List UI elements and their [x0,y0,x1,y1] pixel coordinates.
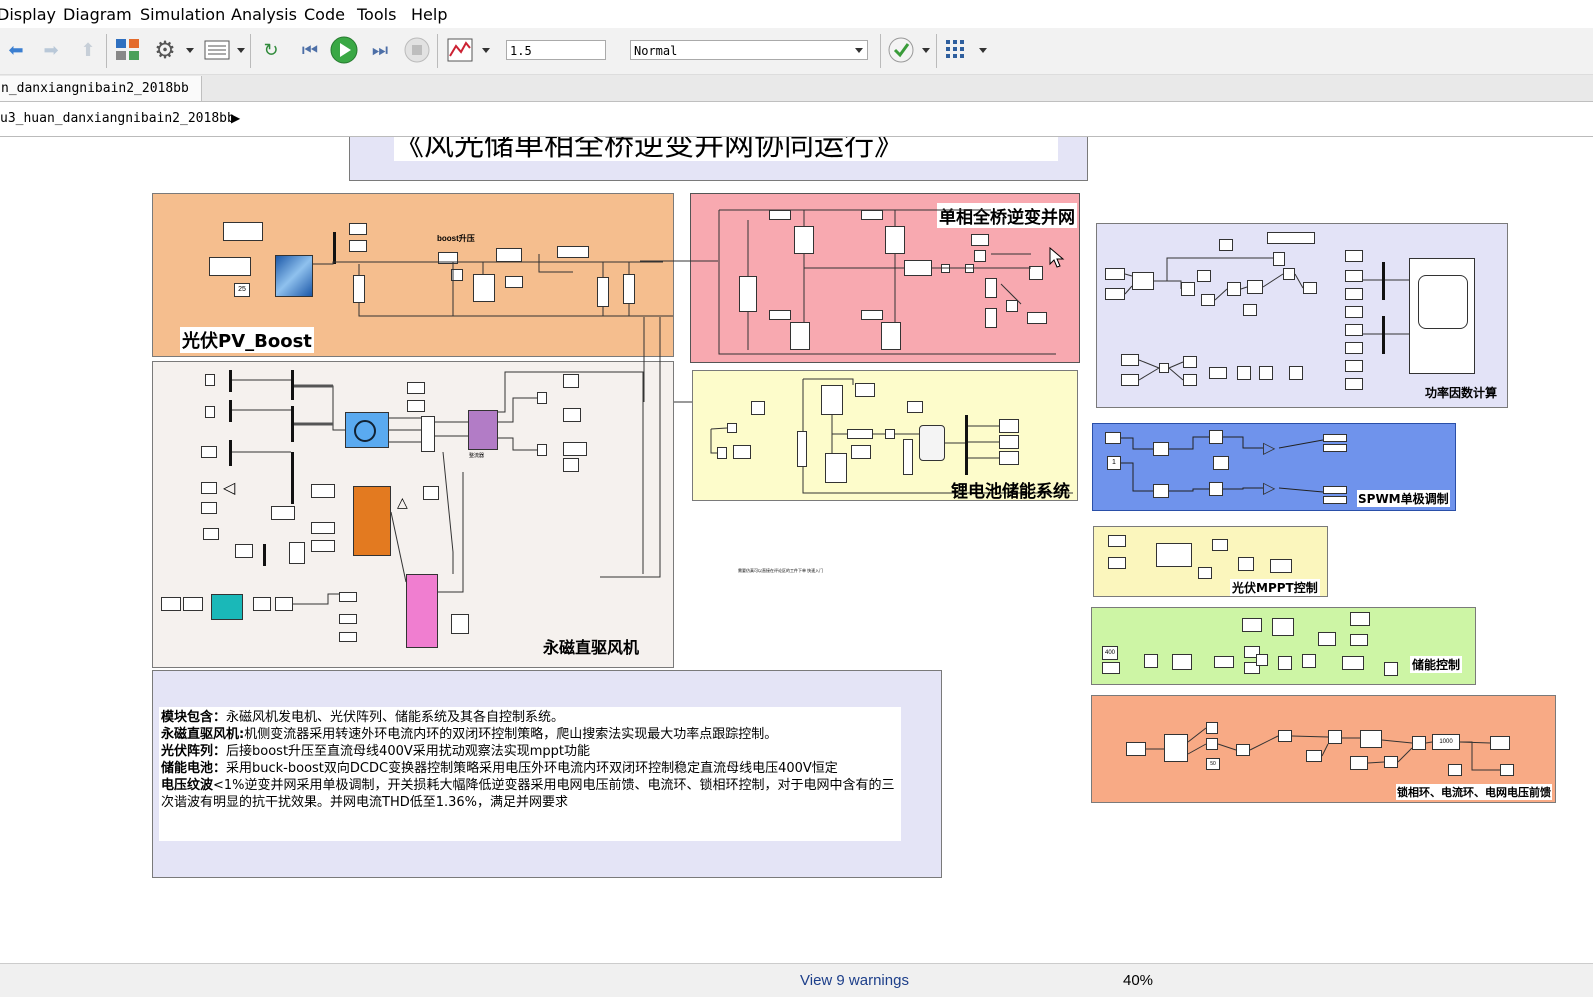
from-tag[interactable] [1242,618,1262,632]
pmsg-wiring [232,371,644,605]
chevron-down-icon[interactable] [186,48,194,53]
area-title-mppt: 光伏MPPT控制 [1230,579,1320,596]
model-explorer-icon[interactable] [203,36,231,64]
grid-dots-icon[interactable] [943,36,971,64]
area-title-pll: 锁相环、电流环、电网电压前馈 [1396,784,1552,800]
settings-gear-icon[interactable]: ⚙ [151,36,179,64]
breadcrumb-arrow-icon[interactable]: ▶ [231,111,240,125]
description-line: 储能电池：采用buck-boost双向DCDC变换器控制策略采用电压外环电流内环… [161,761,838,776]
mouse-cursor-icon [1049,247,1065,268]
pi-controller-block[interactable] [1272,618,1294,636]
area-power-factor[interactable]: 功率因数计算 [1096,223,1508,408]
breadcrumb[interactable]: u3_huan_danxiangnibain2_2018bb [0,111,235,126]
area-pv-boost[interactable]: 25 boost升压 光伏PV_Boost [152,193,674,357]
model-tab-bar: n_danxiangnibain2_2018bb [0,75,1593,102]
menu-display[interactable]: Display [0,5,56,24]
tiny-note: 需要仿真可以直接在评论区的工件下单 快速入门 [738,568,824,573]
math-block[interactable] [1256,654,1268,666]
area-title-pv-boost: 光伏PV_Boost [180,327,314,353]
area-title-power-factor: 功率因数计算 [1425,386,1498,400]
scope-icon[interactable] [446,36,474,64]
toolbar: ⬅ ➡ ⬆ ⚙ ↻ ⏮ ⏭ 1.5 Normal [0,28,1593,75]
zoom-level: 40% [1123,972,1154,989]
description-line: 电压纹波<1%逆变并网采用单极调制，开关损耗大幅降低逆变器采用电网电压前馈、电流… [161,778,895,810]
inverter-wiring [718,209,1056,355]
menu-analysis[interactable]: Analysis [231,5,297,24]
area-battery[interactable]: 锂电池储能系统 [692,370,1078,502]
description-annotation[interactable]: 模块包含：永磁风机发电机、光伏阵列、储能系统及其各自控制系统。 永磁直驱风机:机… [152,670,942,878]
from-tag[interactable] [1108,535,1126,547]
breadcrumb-bar: u3_huan_danxiangnibain2_2018bb ▶ [0,103,1593,137]
chevron-down-icon[interactable] [922,48,930,53]
stop-time-input[interactable]: 1.5 [506,40,606,60]
math-block[interactable] [1144,654,1158,668]
goto-tag[interactable] [1342,656,1364,670]
simulation-mode-value: Normal [634,44,678,58]
menu-diagram[interactable]: Diagram [63,5,132,24]
description-line: 模块包含：永磁风机发电机、光伏阵列、储能系统及其各自控制系统。 [161,710,565,725]
description-line: 永磁直驱风机:机侧变流器采用转速外环电流内环的双闭环控制策略，爬山搜索法实现最大… [161,727,778,742]
menu-tools[interactable]: Tools [357,5,396,24]
area-inverter[interactable]: 单相全桥逆变并网 [690,193,1080,363]
menu-simulation[interactable]: Simulation [140,5,225,24]
chevron-down-icon[interactable] [482,48,490,53]
from-tag[interactable] [1102,662,1120,674]
chevron-down-icon [855,48,863,53]
pi-controller-block[interactable] [1172,654,1192,670]
simulation-mode-select[interactable]: Normal [630,40,868,60]
math-block[interactable] [1198,567,1212,579]
area-pll[interactable]: 50 1000 锁相环、电流环、电网电压前馈 [1091,695,1556,803]
constant-block[interactable]: 400 [1102,646,1118,660]
area-title-spwm: SPWM单极调制 [1357,490,1450,507]
step-back-icon[interactable]: ⏮ [296,36,324,64]
pwm-gen-block[interactable] [1318,632,1336,646]
math-block[interactable] [1278,656,1292,670]
from-tag[interactable] [1108,557,1126,569]
up-arrow-icon[interactable]: ⬆ [74,36,102,64]
step-back-loop-icon[interactable]: ↻ [257,36,285,64]
area-title-battery: 锂电池储能系统 [951,482,1070,502]
menu-bar: Display Diagram Simulation Analysis Code… [0,0,1593,28]
model-tab[interactable]: n_danxiangnibain2_2018bb [0,76,202,101]
area-mppt[interactable]: 光伏MPPT控制 [1093,526,1328,597]
area-pmsg-wind[interactable]: 整流器 ◁ △ 永磁直驱风机 [152,361,674,668]
status-bar: View 9 warnings 40% [0,963,1593,997]
check-icon[interactable] [887,36,915,64]
stop-icon[interactable] [403,36,431,64]
area-title-pmsg: 永磁直驱风机 [543,638,640,657]
math-block[interactable] [1302,654,1316,668]
back-arrow-icon[interactable]: ⬅ [2,36,30,64]
mppt-function-block[interactable] [1156,543,1192,567]
goto-tag[interactable] [1270,559,1292,573]
goto-tag[interactable] [1350,612,1370,626]
area-title-storage-control: 储能控制 [1410,656,1463,673]
scope-small[interactable] [1384,662,1398,676]
from-tag[interactable] [1212,539,1228,551]
chevron-down-icon[interactable] [979,48,987,53]
chevron-down-icon[interactable] [237,48,245,53]
menu-code[interactable]: Code [304,5,345,24]
goto-tag[interactable] [1350,634,1368,646]
warnings-link[interactable]: View 9 warnings [800,972,909,989]
from-tag[interactable] [1214,656,1234,668]
run-icon[interactable] [330,36,358,64]
menu-help[interactable]: Help [411,5,447,24]
library-browser-icon[interactable] [114,36,142,64]
relational-block[interactable] [1238,557,1254,571]
area-storage-control[interactable]: 400 储能控制 [1091,607,1476,685]
forward-arrow-icon[interactable]: ➡ [37,36,65,64]
pf-wiring [1124,257,1409,381]
description-line: 光伏阵列：后接boost升压至直流母线400V采用扰动观察法实现mppt功能 [161,744,591,759]
area-spwm[interactable]: 1 ▷ ▷ SPWM单极调制 [1092,423,1456,511]
step-forward-icon[interactable]: ⏭ [366,36,394,64]
model-title: 《风光储单相全桥逆变并网协同运行》 [394,137,904,161]
model-canvas[interactable]: 《风光储单相全桥逆变并网协同运行》 25 boost升压 光伏PV_Boost … [0,137,1593,963]
description-text: 模块包含：永磁风机发电机、光伏阵列、储能系统及其各自控制系统。 永磁直驱风机:机… [161,709,899,811]
title-annotation[interactable]: 《风光储单相全桥逆变并网协同运行》 [349,137,1088,181]
